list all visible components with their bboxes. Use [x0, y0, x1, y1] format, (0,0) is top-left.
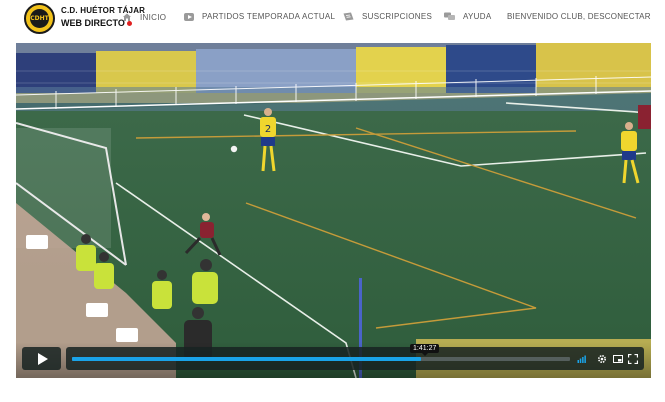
club-logo[interactable]: CDHT — [24, 3, 55, 34]
nav-item-partidos[interactable]: PARTIDOS TEMPORADA ACTUAL — [184, 12, 335, 21]
seek-bar[interactable]: 1:41:27 — [72, 344, 570, 361]
youtube-icon — [184, 12, 194, 21]
welcome-logout-link[interactable]: BIENVENIDO CLUB, DESCONECTAR — [507, 12, 651, 21]
brand-live-label: WEB DIRECTO — [61, 18, 125, 28]
settings-gear-icon[interactable] — [597, 354, 607, 364]
nav-item-ayuda[interactable]: AYUDA — [444, 12, 491, 21]
play-button[interactable] — [22, 347, 61, 370]
nav-item-inicio[interactable]: INICIO — [122, 12, 166, 22]
nav-label: INICIO — [140, 12, 167, 22]
nav-label: AYUDA — [463, 12, 492, 21]
progress-fill — [72, 357, 421, 361]
volume-icon[interactable] — [577, 354, 587, 364]
video-player[interactable]: 2 1:41:27 — [16, 43, 651, 378]
fullscreen-icon[interactable] — [628, 354, 638, 364]
chat-icon — [444, 12, 455, 20]
picture-in-picture-icon[interactable] — [613, 354, 623, 364]
nav-label: PARTIDOS TEMPORADA ACTUAL — [202, 12, 336, 21]
club-crest: CDHT — [30, 9, 49, 28]
nav-item-suscripciones[interactable]: SUSCRIPCIONES — [343, 12, 432, 21]
ticket-icon — [343, 12, 354, 21]
player-controls: 1:41:27 — [16, 342, 651, 378]
home-icon — [123, 13, 131, 21]
video-frame: 2 — [16, 43, 651, 378]
site-header: CDHT C.D. HUÉTOR TÁJAR WEB DIRECTO INICI… — [0, 0, 665, 38]
nav-label: SUSCRIPCIONES — [362, 12, 433, 21]
player-number: 2 — [265, 124, 271, 135]
time-tooltip: 1:41:27 — [410, 344, 440, 356]
control-bar: 1:41:27 — [66, 344, 644, 370]
